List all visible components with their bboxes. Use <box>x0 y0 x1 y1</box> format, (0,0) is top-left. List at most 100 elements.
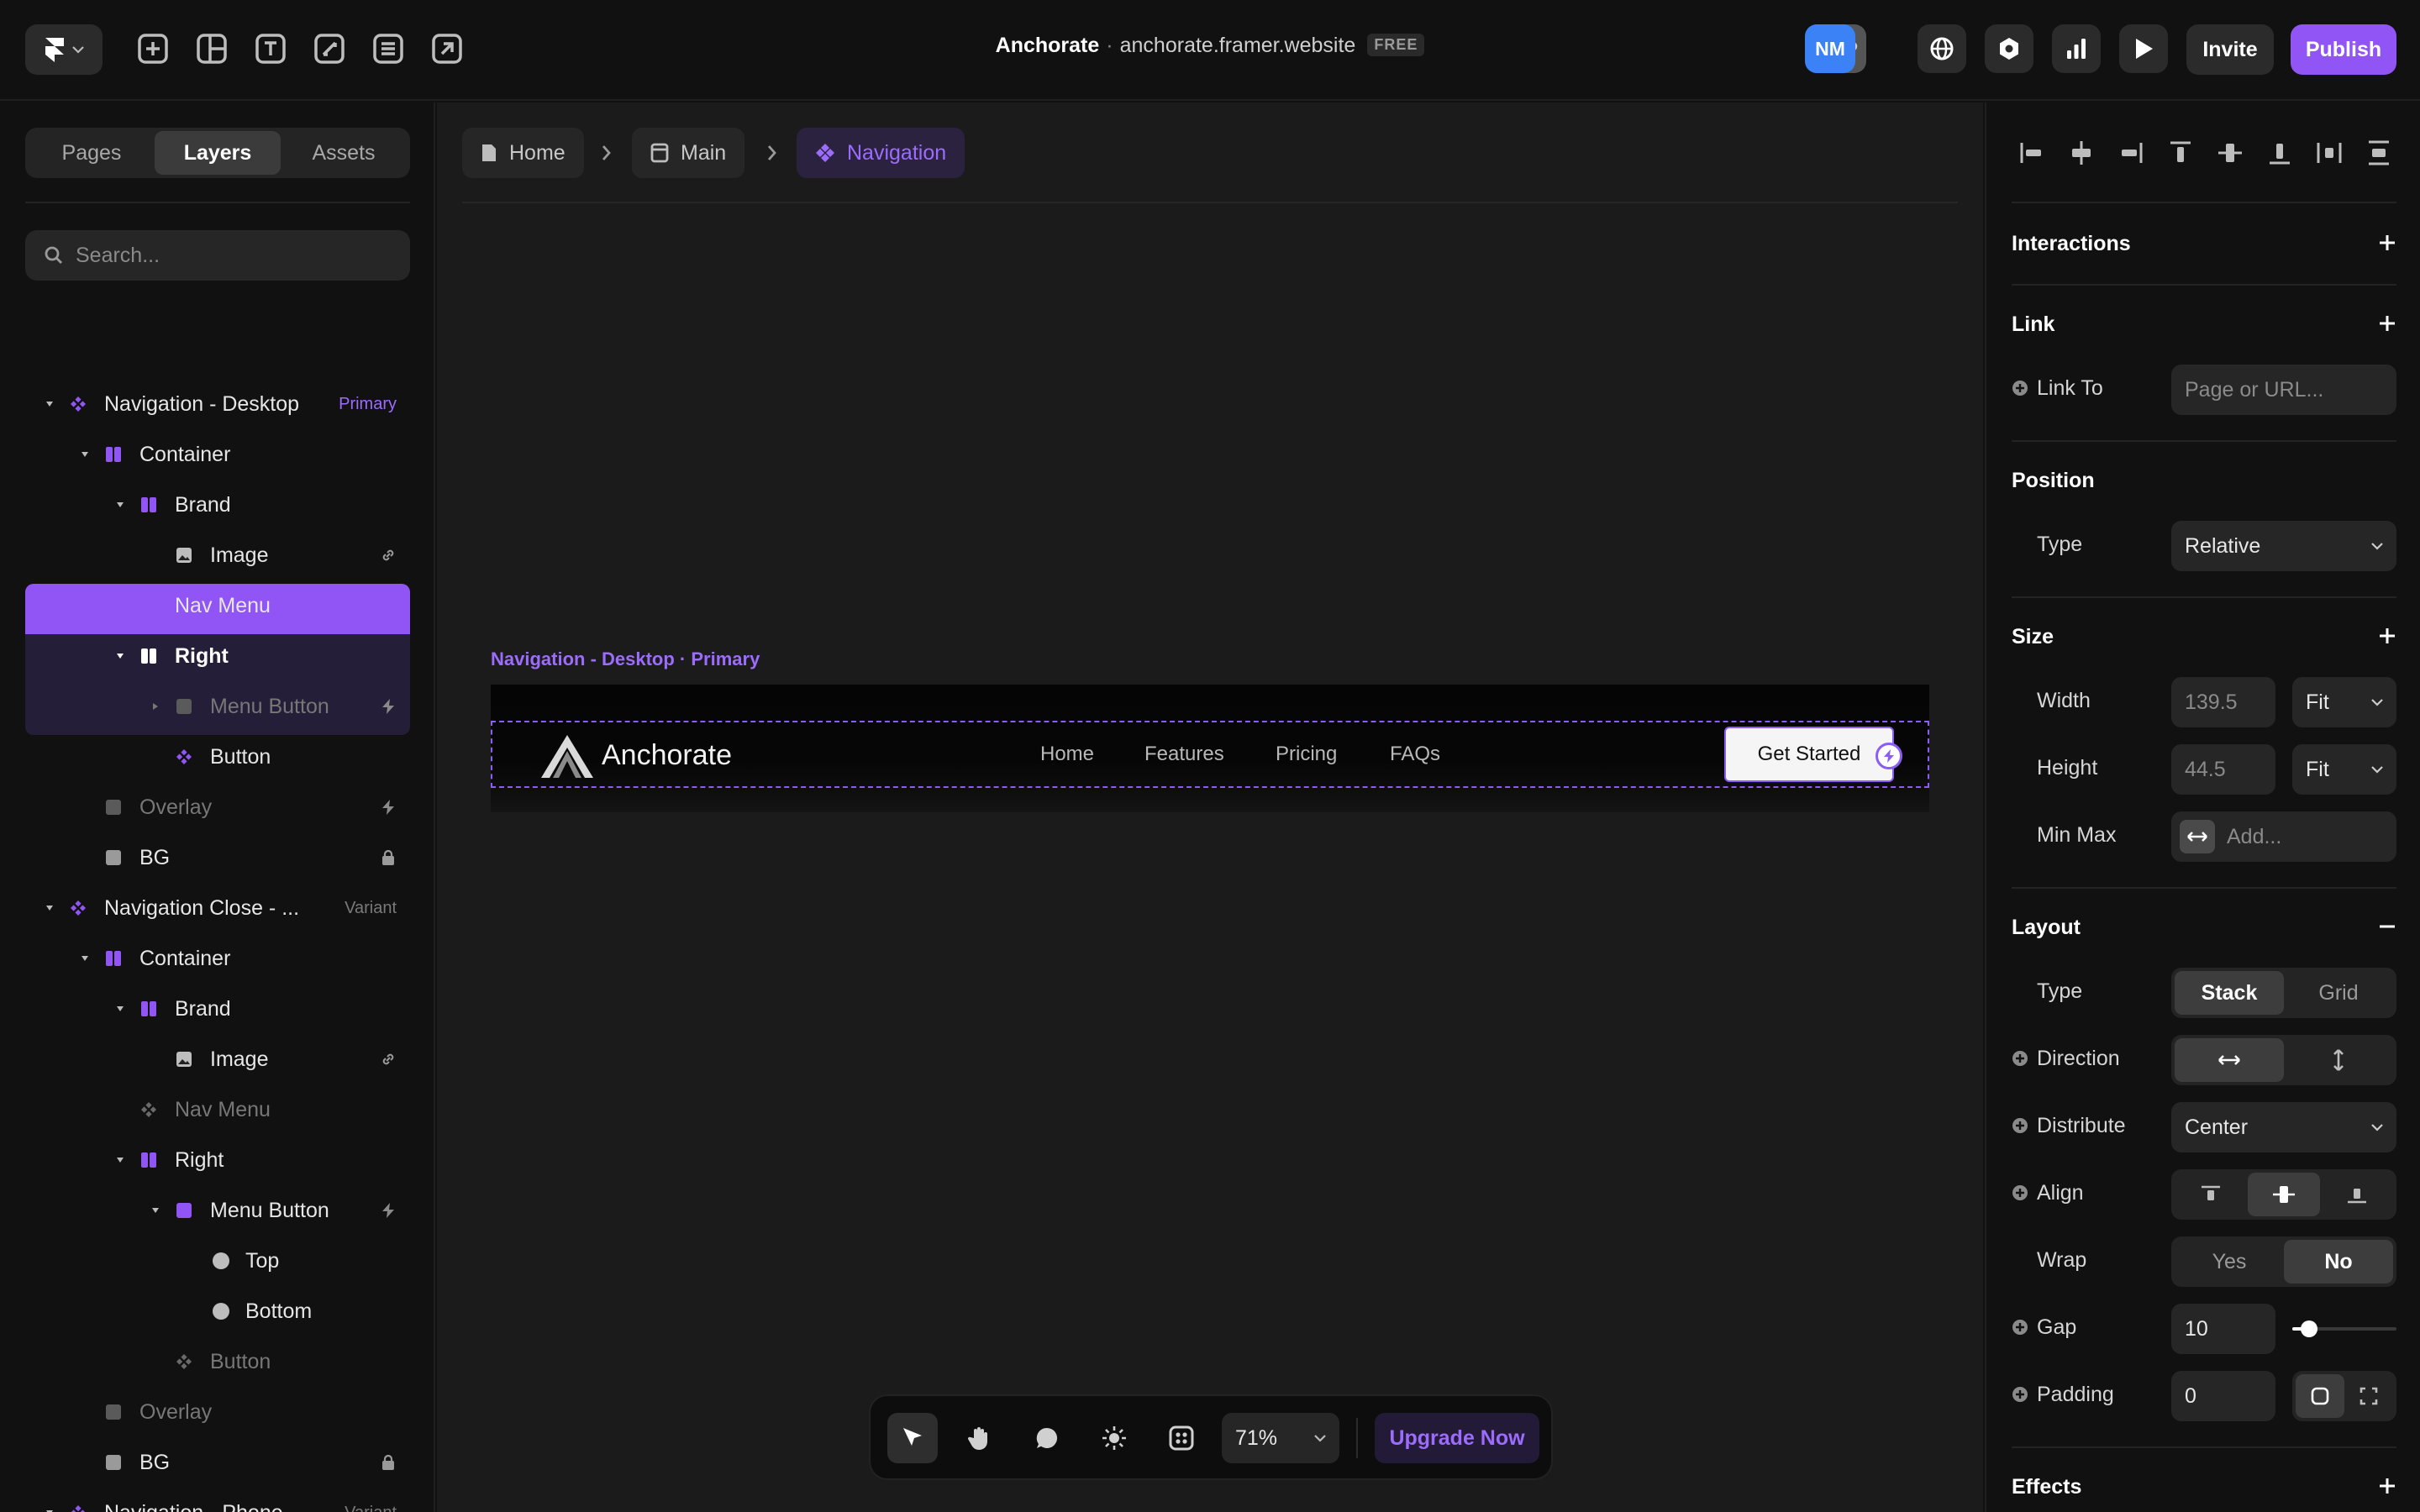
layer-row[interactable]: Container <box>25 429 410 480</box>
align-bottom-icon[interactable] <box>2265 138 2295 168</box>
add-variable-icon[interactable] <box>2012 1319 2028 1336</box>
wrap-no[interactable]: No <box>2284 1240 2393 1284</box>
add-size-plus-icon[interactable] <box>2378 627 2396 645</box>
interactions-title[interactable]: Interactions <box>2012 232 2131 256</box>
gap-slider-handle[interactable] <box>2301 1320 2317 1337</box>
distribute-horizontal-icon[interactable] <box>2314 138 2344 168</box>
search-input[interactable] <box>76 243 395 268</box>
layout-type-stack[interactable]: Stack <box>2175 971 2284 1015</box>
interaction-badge[interactable] <box>1876 743 1902 769</box>
layer-row[interactable]: Overlay <box>25 1387 410 1437</box>
layer-row[interactable]: Image <box>25 530 410 580</box>
avatar-nm[interactable]: NM <box>1805 24 1855 73</box>
tab-layers[interactable]: Layers <box>155 131 281 175</box>
breadcrumb-navigation[interactable]: Navigation <box>797 128 965 178</box>
layer-row[interactable]: Container <box>25 933 410 984</box>
height-mode-select[interactable]: Fit <box>2292 744 2396 795</box>
height-input[interactable]: 44.5 <box>2171 744 2275 795</box>
add-effect-plus-icon[interactable] <box>2378 1477 2396 1495</box>
settings-button[interactable] <box>1985 24 2033 73</box>
lightning-icon[interactable] <box>380 698 397 715</box>
add-interaction-plus-icon[interactable] <box>2378 234 2396 252</box>
layer-row[interactable]: Image <box>25 1034 410 1084</box>
padding-input[interactable]: 0 <box>2171 1371 2275 1421</box>
breadcrumb-home[interactable]: Home <box>462 128 584 178</box>
width-input[interactable]: 139.5 <box>2171 677 2275 727</box>
direction-vertical[interactable] <box>2284 1038 2393 1082</box>
zoom-select[interactable]: 71% <box>1222 1413 1339 1463</box>
caret-down-icon[interactable] <box>151 1207 160 1214</box>
direction-horizontal[interactable] <box>2175 1038 2284 1082</box>
layer-row[interactable]: Nav Menu <box>25 1084 410 1135</box>
lightning-icon[interactable] <box>380 1202 397 1219</box>
align-top-icon[interactable] <box>2165 138 2196 168</box>
caret-down-icon[interactable] <box>81 451 89 458</box>
layer-row[interactable]: Overlay <box>25 782 410 832</box>
layer-row[interactable]: Bottom <box>25 1286 410 1336</box>
layer-row[interactable]: Right <box>25 1135 410 1185</box>
get-started-button[interactable]: Get Started <box>1724 727 1894 782</box>
publish-button[interactable]: Publish <box>2291 24 2396 75</box>
add-variable-icon[interactable] <box>2012 1386 2028 1403</box>
layer-row[interactable]: BG <box>25 1437 410 1488</box>
align-middle-icon[interactable] <box>2215 138 2245 168</box>
preview-button[interactable] <box>2119 24 2168 73</box>
layer-row[interactable]: Right <box>25 631 410 681</box>
framer-menu-button[interactable] <box>25 24 103 75</box>
theme-toggle[interactable] <box>1089 1413 1139 1463</box>
align-start[interactable] <box>2175 1173 2248 1216</box>
comment-tool[interactable] <box>1022 1413 1072 1463</box>
cms-button[interactable] <box>370 30 407 67</box>
add-link-plus-icon[interactable] <box>2378 314 2396 333</box>
align-end[interactable] <box>2320 1173 2393 1216</box>
site-domain[interactable]: anchorate.framer.website <box>1120 34 1356 57</box>
invite-button[interactable]: Invite <box>2186 24 2274 75</box>
layer-row[interactable]: BG <box>25 832 410 883</box>
brand-name[interactable]: Anchorate <box>602 739 732 772</box>
layer-row[interactable]: Navigation Close - ... Variant <box>25 883 410 933</box>
min-max-toggle[interactable] <box>2180 820 2215 853</box>
link-to-input[interactable]: Page or URL... <box>2171 365 2396 415</box>
frame-title[interactable]: Navigation - Desktop · Primary <box>491 648 760 670</box>
lock-icon[interactable] <box>380 849 397 866</box>
layout-button[interactable] <box>193 30 230 67</box>
hand-tool[interactable] <box>955 1413 1005 1463</box>
align-center-horizontal-icon[interactable] <box>2066 138 2096 168</box>
export-button[interactable] <box>429 30 466 67</box>
text-button[interactable] <box>252 30 289 67</box>
caret-down-icon[interactable] <box>45 401 54 407</box>
lightning-icon[interactable] <box>380 799 397 816</box>
add-variable-icon[interactable] <box>2012 380 2028 396</box>
caret-down-icon[interactable] <box>116 653 124 659</box>
caret-down-icon[interactable] <box>81 955 89 962</box>
layer-row[interactable]: Navigation - Desktop Primary <box>25 379 410 429</box>
layer-row[interactable]: Button <box>25 1336 410 1387</box>
layer-row[interactable]: Top <box>25 1236 410 1286</box>
vector-button[interactable] <box>311 30 348 67</box>
upgrade-button[interactable]: Upgrade Now <box>1375 1413 1539 1463</box>
tab-assets[interactable]: Assets <box>281 131 407 175</box>
position-type-select[interactable]: Relative <box>2171 521 2396 571</box>
caret-down-icon[interactable] <box>116 1005 124 1012</box>
layer-row[interactable]: Navigation - Phone Variant <box>25 1488 410 1512</box>
nav-link-home[interactable]: Home <box>1040 743 1094 766</box>
add-variable-icon[interactable] <box>2012 1117 2028 1134</box>
link-icon[interactable] <box>380 547 397 564</box>
gap-input[interactable]: 10 <box>2171 1304 2275 1354</box>
align-left-icon[interactable] <box>2017 138 2047 168</box>
select-tool[interactable] <box>887 1413 938 1463</box>
align-center[interactable] <box>2247 1173 2321 1216</box>
breadcrumb-main[interactable]: Main <box>632 128 745 178</box>
nav-link-faqs[interactable]: FAQs <box>1390 743 1440 766</box>
layer-row[interactable]: Brand <box>25 480 410 530</box>
nav-link-pricing[interactable]: Pricing <box>1276 743 1337 766</box>
layer-search[interactable] <box>25 230 410 281</box>
canvas[interactable]: Home Main Navigation Navigation - Deskto… <box>437 102 1983 1512</box>
add-variable-icon[interactable] <box>2012 1050 2028 1067</box>
wrap-yes[interactable]: Yes <box>2175 1240 2284 1284</box>
padding-uniform[interactable] <box>2296 1374 2344 1418</box>
layer-row[interactable]: Brand <box>25 984 410 1034</box>
distribute-vertical-icon[interactable] <box>2364 138 2394 168</box>
remove-layout-minus-icon[interactable] <box>2378 917 2396 936</box>
nav-link-features[interactable]: Features <box>1144 743 1224 766</box>
